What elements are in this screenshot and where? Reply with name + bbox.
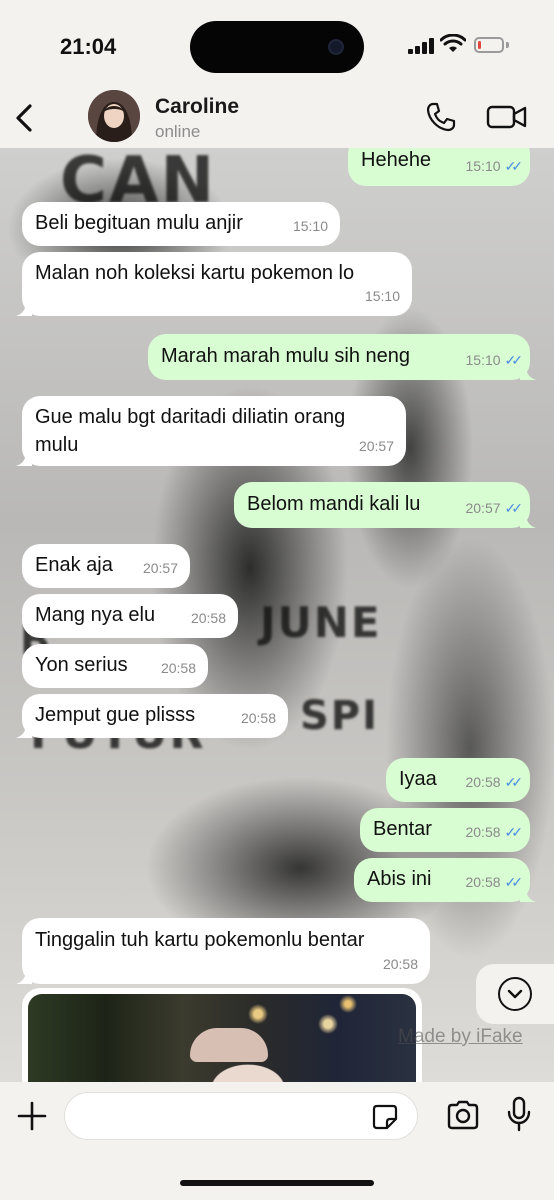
avatar[interactable]: [88, 90, 140, 142]
message-text: Marah marah mulu sih neng: [161, 345, 411, 367]
message-text: Belom mandi kali lu: [247, 493, 421, 515]
status-bar: 21:04: [0, 0, 554, 90]
bubble-tail: [520, 366, 536, 380]
message-bubble-outgoing[interactable]: Abis ini 20:58 ✓✓: [354, 858, 536, 902]
message-time: 20:58: [160, 660, 196, 676]
message-time: 20:58 ✓✓: [465, 768, 524, 796]
contact-status: online: [155, 122, 201, 141]
message-time: 20:58: [382, 956, 418, 972]
message-bubble-outgoing[interactable]: Iyaa 20:58 ✓✓: [386, 758, 530, 802]
message-bubble-outgoing[interactable]: Marah marah mulu sih neng 15:10 ✓✓: [148, 334, 536, 380]
message-bubble-incoming[interactable]: Beli begituan mulu anjir 15:10: [22, 202, 340, 246]
bubble-tail: [520, 888, 536, 902]
double-check-icon: ✓✓: [504, 824, 524, 840]
chevron-down-icon: [498, 977, 532, 1011]
chevron-left-icon[interactable]: [10, 98, 40, 138]
wifi-icon: [440, 34, 466, 52]
battery-icon: [474, 37, 504, 53]
message-bubble-incoming[interactable]: Tinggalin tuh kartu pokemonlu bentar 20:…: [16, 918, 430, 984]
message-text: Hehehe: [361, 149, 432, 171]
bubble-tail: [16, 970, 32, 984]
message-bubble-incoming[interactable]: Gue malu bgt daritadi diliatin orang mul…: [16, 396, 406, 466]
message-bubble-outgoing[interactable]: Bentar 20:58 ✓✓: [360, 808, 530, 852]
message-bubble-outgoing[interactable]: Hehehe 15:10 ✓✓: [348, 148, 530, 186]
message-bubble-incoming[interactable]: Jemput gue plisss 20:58: [16, 694, 288, 738]
message-list[interactable]: Hehehe 15:10 ✓✓ Beli begituan mulu anjir …: [0, 148, 554, 1082]
message-text: Iyaa: [399, 768, 437, 790]
message-time: 20:58 ✓✓: [465, 868, 524, 896]
message-text: Beli begituan mulu anjir: [35, 212, 243, 234]
home-indicator: [180, 1180, 374, 1186]
status-time: 21:04: [60, 34, 117, 59]
message-text-line-2: mulu: [35, 434, 79, 456]
scroll-to-bottom-button[interactable]: [476, 964, 554, 1024]
double-check-icon: ✓✓: [504, 352, 524, 368]
message-bubble-outgoing[interactable]: Belom mandi kali lu 20:57 ✓✓: [234, 482, 536, 528]
bubble-tail: [16, 302, 32, 316]
dynamic-island: [190, 21, 364, 73]
message-time: 20:58: [240, 710, 276, 726]
message-text: Enak aja: [35, 554, 113, 576]
watermark-text: Made by iFake: [398, 1026, 523, 1047]
double-check-icon: ✓✓: [504, 500, 524, 516]
microphone-icon[interactable]: [506, 1096, 532, 1132]
message-text: Yon serius: [35, 654, 128, 676]
double-check-icon: ✓✓: [504, 874, 524, 890]
message-bubble-incoming[interactable]: Mang nya elu 20:58: [22, 594, 238, 638]
message-time: 15:10: [364, 288, 400, 304]
contact-name[interactable]: Caroline: [155, 95, 239, 119]
phone-icon[interactable]: [424, 100, 458, 134]
double-check-icon: ✓✓: [504, 774, 524, 790]
battery-cap: [506, 42, 509, 48]
message-text: Tinggalin tuh kartu pokemonlu bentar: [35, 929, 365, 951]
message-input[interactable]: [64, 1092, 418, 1140]
message-time: 15:10 ✓✓: [465, 152, 524, 180]
double-check-icon: ✓✓: [504, 158, 524, 174]
message-text: Mang nya elu: [35, 604, 156, 626]
front-camera-icon: [328, 39, 344, 55]
cellular-signal-icon: [408, 38, 434, 54]
message-text: Abis ini: [367, 868, 432, 890]
photo-subject: [190, 1028, 268, 1062]
message-time: 20:57: [142, 560, 178, 576]
message-bubble-incoming[interactable]: Yon serius 20:58: [22, 644, 208, 688]
battery-level: [478, 41, 481, 49]
avatar-portrait: [88, 90, 140, 142]
message-time: 20:57: [358, 438, 394, 454]
plus-icon[interactable]: [16, 1100, 48, 1132]
message-time: 15:10: [292, 218, 328, 234]
message-time: 20:57 ✓✓: [465, 494, 524, 522]
message-text: Jemput gue plisss: [35, 704, 196, 726]
video-camera-icon[interactable]: [486, 102, 528, 132]
camera-icon[interactable]: [446, 1100, 480, 1130]
message-time: 20:58 ✓✓: [465, 818, 524, 846]
message-bubble-incoming[interactable]: Enak aja 20:57: [22, 544, 190, 588]
message-bubble-incoming[interactable]: Malan noh koleksi kartu pokemon lo 15:10: [16, 252, 412, 316]
sticker-icon[interactable]: [372, 1104, 398, 1130]
photo-message[interactable]: [22, 988, 422, 1082]
message-time: 15:10 ✓✓: [465, 346, 524, 374]
bubble-tail: [16, 724, 32, 738]
composer-bar: [0, 1082, 554, 1200]
chat-header: Caroline online: [0, 88, 554, 148]
message-text-line-1: Gue malu bgt daritadi diliatin orang: [35, 406, 346, 428]
bubble-tail: [520, 514, 536, 528]
message-text: Bentar: [373, 818, 432, 840]
message-text: Malan noh koleksi kartu pokemon lo: [35, 262, 355, 284]
photo-thumbnail[interactable]: [28, 994, 416, 1082]
bubble-tail: [16, 452, 32, 466]
message-time: 20:58: [190, 610, 226, 626]
